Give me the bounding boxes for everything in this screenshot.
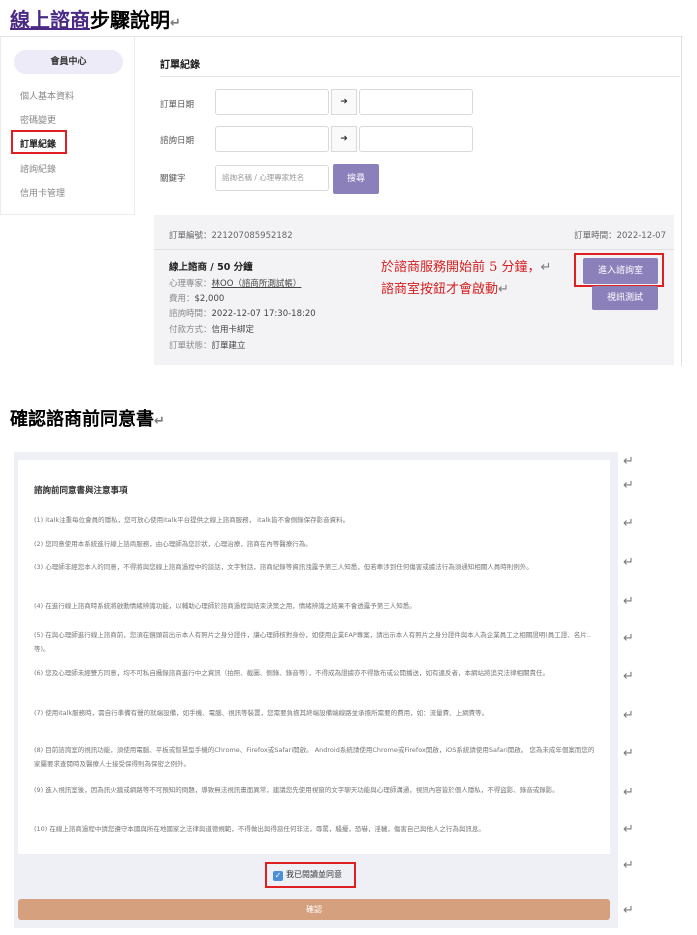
consult-date-label: 諮詢日期 [160,136,195,146]
paragraph-mark: ↵ [623,594,634,609]
member-sidebar: 會員中心 個人基本資料 密碼變更 訂單紀錄 諮詢紀錄 信用卡管理 [0,37,135,215]
status-value: 訂單建立 [211,341,246,351]
expert-link[interactable]: 林OO（諮商所測試帳） [212,279,302,289]
consent-paragraph: (10) 在線上諮商過程中請您遵守本國與所在地國家之法律與道德規範，不得做出與得… [34,825,485,833]
fee-value: $2,000 [194,294,225,304]
heading-rest: 步驟說明 [90,8,170,32]
payment-value: 信用卡綁定 [211,325,255,335]
consent-paragraph: (8) 目前諮詢室的視訊功能，須使用電腦、平板或智慧型手機的Chrome、Fir… [34,746,595,768]
order-status-row: 訂單狀態：訂單建立 [169,339,246,351]
page-heading-steps: 線上諮商步驟說明↵ [10,4,181,33]
right-border [681,36,682,366]
orders-section-title: 訂單紀錄 [160,60,200,71]
payment-label: 付款方式： [169,325,212,335]
paragraph-mark: ↵ [154,414,165,429]
consent-paragraph: (5) 在與心理師進行線上諮商前，您須在鏡頭前出示本人有照片之身分證件，讓心理師… [34,631,591,653]
member-center-screenshot: 會員中心 個人基本資料 密碼變更 訂單紀錄 諮詢紀錄 信用卡管理 訂單紀錄 訂單… [0,36,683,366]
consult-date-end-input[interactable] [359,126,473,152]
consult-time-label: 諮詢時間： [169,309,212,319]
search-button[interactable]: 搜尋 [333,164,379,194]
annotation-line-2: 諮商室按鈕才會啟動 [381,282,499,297]
checkmark-icon: ✓ [273,871,283,881]
order-date-label: 訂單日期 [160,100,195,110]
consent-paragraph: (3) 心理師非經您本人的同意，不得將與您線上諮商過程中的談話，文字對話，諮商紀… [34,563,533,571]
order-consult-time-row: 諮詢時間：2022-12-07 17:30-18:20 [169,307,316,319]
section-divider [160,76,680,77]
consent-heading: 確認諮商前同意書↵ [10,405,165,431]
order-fee-row: 費用：$2,000 [169,292,224,304]
paragraph-mark: ↵ [623,708,634,723]
agree-checkbox[interactable]: ✓ 我已閱讀並同意 [265,862,356,888]
paragraph-mark: ↵ [623,785,634,800]
order-number: 訂單編號：221207085952182 [169,231,293,241]
keyword-label: 關鍵字 [160,174,186,184]
highlight-box-enter-room [574,253,664,287]
consent-paragraph: (2) 您同意使用本系統進行線上諮商服務，由心理師為您診狀，心理治療，諮商在內等… [34,540,312,548]
order-payment-row: 付款方式：信用卡綁定 [169,323,254,335]
order-expert-row: 心理專家：林OO（諮商所測試帳） [169,277,301,289]
order-title: 線上諮商 / 50 分鐘 [169,262,253,273]
member-center-button[interactable]: 會員中心 [14,50,123,74]
paragraph-mark: ↵ [623,822,634,837]
consult-date-start-input[interactable] [215,126,329,152]
confirm-button[interactable]: 確認 [18,899,610,920]
consult-time-value: 2022-12-07 17:30-18:20 [211,309,316,319]
sidebar-item-credit-cards[interactable]: 信用卡管理 [20,186,65,199]
highlight-box-orders [11,130,67,154]
paragraph-mark: ↵ [623,516,634,531]
paragraph-mark: ↵ [623,903,634,918]
annotation-line-1: 於諮商服務開始前 5 分鐘， [381,260,541,275]
order-date-end-input[interactable] [359,89,473,115]
consent-title: 諮詢前同意書與注意事項 [34,486,128,496]
annotation-note: 於諮商服務開始前 5 分鐘，↵ 諮商室按鈕才會啟動↵ [381,257,551,301]
paragraph-mark: ↵ [540,260,552,275]
consent-paragraph: (4) 在進行線上諮商時系統將啟動情緒辨識功能，以輔助心理師於諮商過程與結束決策… [34,602,416,610]
online-consult-link[interactable]: 線上諮商 [10,8,90,32]
consent-card: 諮詢前同意書與注意事項 (1) italk注重每位會員的隱私，您可放心使用ita… [18,460,610,854]
order-time: 訂單時間：2022-12-07 [574,231,666,241]
paragraph-mark: ↵ [623,478,634,493]
consent-paragraph: (6) 您及心理師未經雙方同意，均不可私自攝錄諮商進行中之資訊（拍照、截圖、側錄… [34,669,550,677]
order-date-arrow-icon: ➜ [331,89,357,115]
order-date-start-input[interactable] [215,89,329,115]
expert-label: 心理專家： [169,279,212,289]
paragraph-mark: ↵ [623,669,634,684]
paragraph-mark: ↵ [498,282,509,297]
sidebar-item-consult-records[interactable]: 諮詢紀錄 [20,162,56,175]
paragraph-mark: ↵ [623,631,634,646]
video-test-button[interactable]: 視訊測試 [592,286,658,310]
paragraph-mark: ↵ [623,746,634,761]
consent-paragraph: (9) 進入視訊室後，因為訊火牆或網路等不可預知的問題，導致無法視訊畫面異常，建… [34,786,559,794]
sidebar-item-password[interactable]: 密碼變更 [20,113,56,126]
agree-label: 我已閱讀並同意 [286,870,342,879]
card-divider [154,249,674,250]
paragraph-mark: ↵ [623,555,634,570]
consent-paragraph: (7) 使用italk服務時，需自行準備有聲的就端設備，如手機、電腦、視訊等裝置… [34,709,489,717]
sidebar-item-profile[interactable]: 個人基本資料 [20,89,74,102]
status-label: 訂單狀態： [169,341,212,351]
consent-heading-text: 確認諮商前同意書 [10,409,154,430]
consult-date-arrow-icon: ➜ [331,126,357,152]
paragraph-mark: ↵ [623,858,634,873]
fee-label: 費用： [169,294,195,304]
paragraph-mark: ↵ [623,454,634,469]
paragraph-mark: ↵ [170,16,181,31]
consent-paragraph: (1) italk注重每位會員的隱私，您可放心使用italk平台提供之線上諮商服… [34,516,350,524]
keyword-input[interactable]: 諮詢名稱 / 心理專家姓名 [215,165,329,191]
